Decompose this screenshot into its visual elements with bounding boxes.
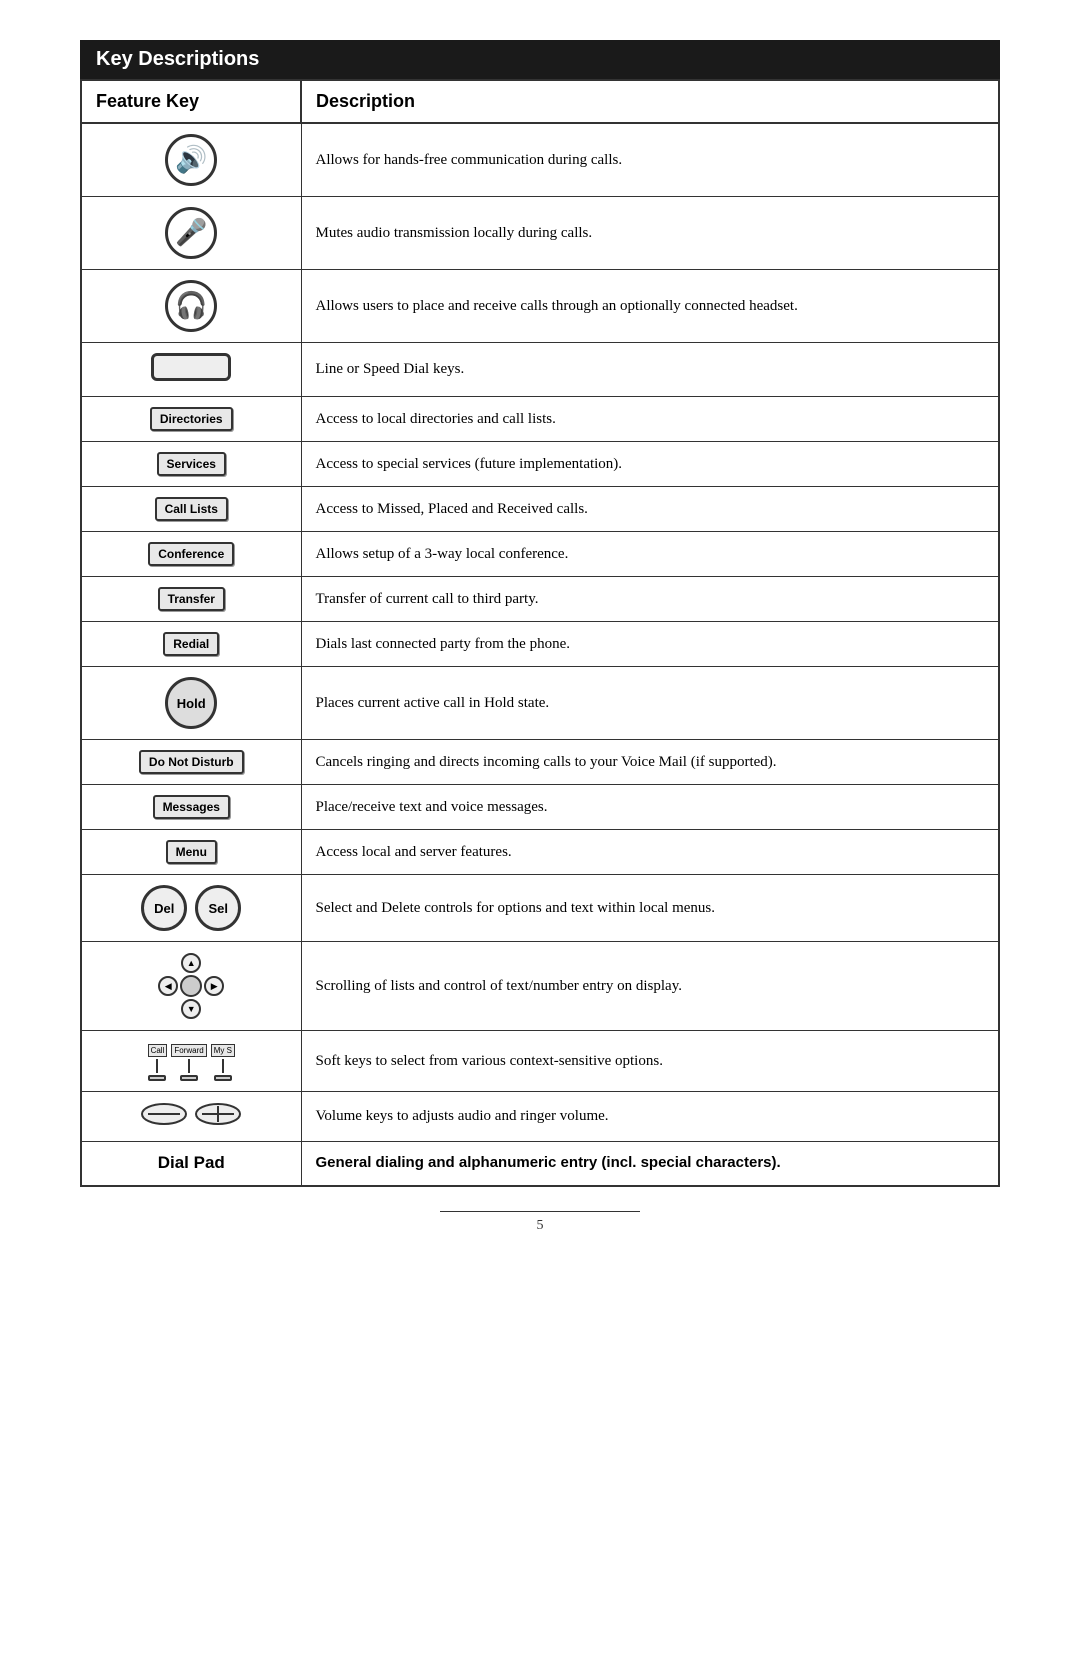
line-key-icon (151, 353, 231, 381)
key-table: Feature Key Description 🔊 Allows for hand… (80, 79, 1000, 1187)
description-cell-9: Dials last connected party from the phon… (301, 622, 999, 667)
col2-header: Description (301, 80, 999, 123)
feature-key-cell-13: Menu (81, 830, 301, 875)
feature-key-cell-11: Do Not Disturb (81, 740, 301, 785)
description-cell-4: Access to local directories and call lis… (301, 397, 999, 442)
labeled-button-icon: Call Lists (155, 497, 228, 521)
volume-keys-icon (140, 1102, 242, 1126)
description-cell-18: General dialing and alphanumeric entry (… (301, 1142, 999, 1186)
labeled-button-icon: Services (157, 452, 226, 476)
description-cell-8: Transfer of current call to third party. (301, 577, 999, 622)
navigation-icon: ▲ ◀ ▶ ▼ (157, 952, 225, 1020)
page-container: Key Descriptions Feature Key Description… (80, 40, 1000, 1234)
description-cell-6: Access to Missed, Placed and Received ca… (301, 487, 999, 532)
feature-key-cell-10: Hold (81, 667, 301, 740)
labeled-button-icon: Messages (153, 795, 230, 819)
feature-key-cell-12: Messages (81, 785, 301, 830)
feature-key-cell-6: Call Lists (81, 487, 301, 532)
soft-keys-icon: Call Forward My S (148, 1044, 235, 1081)
description-cell-0: Allows for hands-free communication duri… (301, 123, 999, 197)
del-button-icon: Del (141, 885, 187, 931)
feature-key-cell-18: Dial Pad (81, 1142, 301, 1186)
feature-key-cell-5: Services (81, 442, 301, 487)
description-cell-13: Access local and server features. (301, 830, 999, 875)
labeled-button-icon: Redial (163, 632, 219, 656)
feature-key-cell-8: Transfer (81, 577, 301, 622)
headset-icon: 🎧 (165, 280, 217, 332)
feature-key-cell-17 (81, 1092, 301, 1142)
labeled-button-icon: Transfer (158, 587, 225, 611)
feature-key-cell-0: 🔊 (81, 123, 301, 197)
feature-key-cell-4: Directories (81, 397, 301, 442)
labeled-button-icon: Menu (166, 840, 217, 864)
description-cell-16: Soft keys to select from various context… (301, 1031, 999, 1092)
footer-divider (440, 1211, 640, 1212)
hold-icon: Hold (165, 677, 217, 729)
section-header: Key Descriptions (80, 40, 1000, 79)
description-cell-17: Volume keys to adjusts audio and ringer … (301, 1092, 999, 1142)
sel-button-icon: Sel (195, 885, 241, 931)
feature-key-cell-14: Del Sel (81, 875, 301, 942)
mute-icon: 🎤 (165, 207, 217, 259)
feature-key-cell-7: Conference (81, 532, 301, 577)
dial-pad-label: Dial Pad (96, 1153, 287, 1173)
description-cell-1: Mutes audio transmission locally during … (301, 197, 999, 270)
labeled-button-icon: Do Not Disturb (139, 750, 244, 774)
labeled-button-icon: Conference (148, 542, 234, 566)
description-cell-12: Place/receive text and voice messages. (301, 785, 999, 830)
description-cell-2: Allows users to place and receive calls … (301, 270, 999, 343)
description-cell-14: Select and Delete controls for options a… (301, 875, 999, 942)
page-number: 5 (537, 1218, 544, 1233)
description-cell-5: Access to special services (future imple… (301, 442, 999, 487)
page-footer: 5 (80, 1211, 1000, 1234)
feature-key-cell-3 (81, 343, 301, 397)
feature-key-cell-1: 🎤 (81, 197, 301, 270)
description-cell-3: Line or Speed Dial keys. (301, 343, 999, 397)
labeled-button-icon: Directories (150, 407, 233, 431)
del-sel-icon: Del Sel (141, 885, 241, 931)
description-cell-7: Allows setup of a 3-way local conference… (301, 532, 999, 577)
feature-key-cell-9: Redial (81, 622, 301, 667)
description-cell-11: Cancels ringing and directs incoming cal… (301, 740, 999, 785)
feature-key-cell-2: 🎧 (81, 270, 301, 343)
description-cell-15: Scrolling of lists and control of text/n… (301, 942, 999, 1031)
description-cell-10: Places current active call in Hold state… (301, 667, 999, 740)
feature-key-cell-16: Call Forward My S (81, 1031, 301, 1092)
col1-header: Feature Key (81, 80, 301, 123)
feature-key-cell-15: ▲ ◀ ▶ ▼ (81, 942, 301, 1031)
speaker-icon: 🔊 (165, 134, 217, 186)
